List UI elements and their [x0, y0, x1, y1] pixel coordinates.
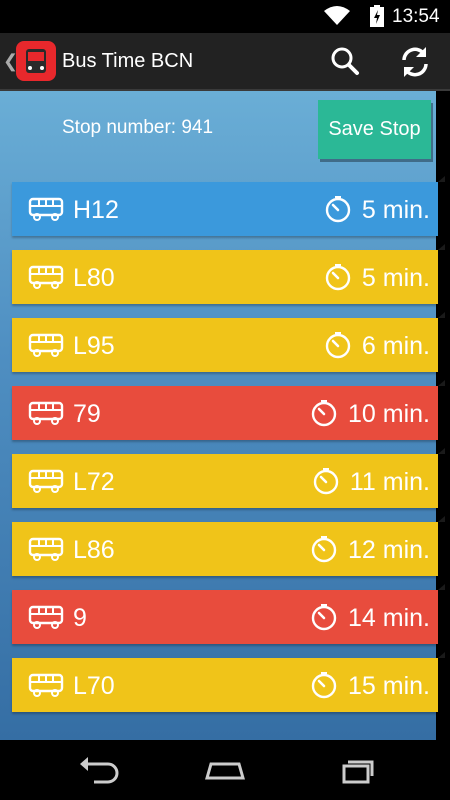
- clock: 13:54: [392, 6, 440, 27]
- navigation-bar: [0, 740, 450, 800]
- arrival-row[interactable]: L86 12 min.: [12, 516, 445, 576]
- bus-line-label: 9: [73, 604, 87, 632]
- bus-icon: [28, 400, 64, 431]
- bus-line-label: L70: [73, 672, 115, 700]
- bus-line-label: L72: [73, 468, 115, 496]
- stop-content: Stop number: 941 Save Stop H12 5 min. L80 5…: [0, 91, 450, 740]
- save-stop-button[interactable]: Save Stop: [318, 100, 431, 159]
- timer-icon: [310, 603, 338, 636]
- arrival-time-label: 5 min.: [361, 196, 430, 224]
- refresh-button[interactable]: [392, 39, 438, 85]
- arrival-row[interactable]: L70 15 min.: [12, 652, 445, 712]
- timer-icon: [310, 671, 338, 704]
- arrival-row[interactable]: L95 6 min.: [12, 312, 445, 372]
- bus-line-label: L95: [73, 332, 115, 360]
- bus-icon: [28, 468, 64, 499]
- bus-icon: [28, 672, 64, 703]
- arrival-row[interactable]: H12 5 min.: [12, 176, 445, 236]
- refresh-icon: [402, 47, 428, 77]
- bus-icon: [28, 264, 64, 295]
- bus-icon: [28, 604, 64, 635]
- back-icon[interactable]: [72, 752, 128, 788]
- bus-icon: [28, 332, 64, 363]
- arrival-time-label: 14 min.: [348, 604, 430, 632]
- bus-line-label: L86: [73, 536, 115, 564]
- timer-icon: [310, 535, 338, 568]
- timer-icon: [324, 195, 352, 228]
- search-icon: [331, 47, 359, 75]
- timer-icon: [310, 399, 338, 432]
- bus-icon: [28, 196, 64, 227]
- timer-icon: [312, 467, 340, 500]
- arrival-time-label: 12 min.: [348, 536, 430, 564]
- app-title: Bus Time BCN: [62, 50, 194, 72]
- app-logo[interactable]: [16, 41, 56, 81]
- app-bar: ❮ Bus Time BCN: [0, 33, 450, 91]
- status-bar: 13:54: [0, 0, 450, 33]
- arrival-time-label: 5 min.: [361, 264, 430, 292]
- arrival-row[interactable]: L72 11 min.: [12, 448, 445, 508]
- battery-icon: [370, 5, 384, 27]
- timer-icon: [324, 331, 352, 364]
- bus-icon: [28, 536, 64, 567]
- stop-number-label: Stop number: 941: [62, 117, 214, 138]
- wifi-icon: [324, 6, 350, 25]
- arrival-time-label: 15 min.: [348, 672, 430, 700]
- bus-front-icon: [26, 49, 46, 73]
- search-button[interactable]: [322, 39, 368, 85]
- arrival-time-label: 11 min.: [349, 468, 430, 496]
- bus-line-label: L80: [73, 264, 115, 292]
- arrival-time-label: 6 min.: [361, 332, 430, 360]
- arrival-row[interactable]: L80 5 min.: [12, 244, 445, 304]
- arrival-row[interactable]: 79 10 min.: [12, 380, 445, 440]
- recents-icon[interactable]: [328, 752, 384, 788]
- arrival-time-label: 10 min.: [348, 400, 430, 428]
- home-icon[interactable]: [197, 752, 253, 788]
- arrival-row[interactable]: 9 14 min.: [12, 584, 445, 644]
- bus-line-label: 79: [73, 400, 101, 428]
- timer-icon: [324, 263, 352, 296]
- bus-line-label: H12: [73, 196, 119, 224]
